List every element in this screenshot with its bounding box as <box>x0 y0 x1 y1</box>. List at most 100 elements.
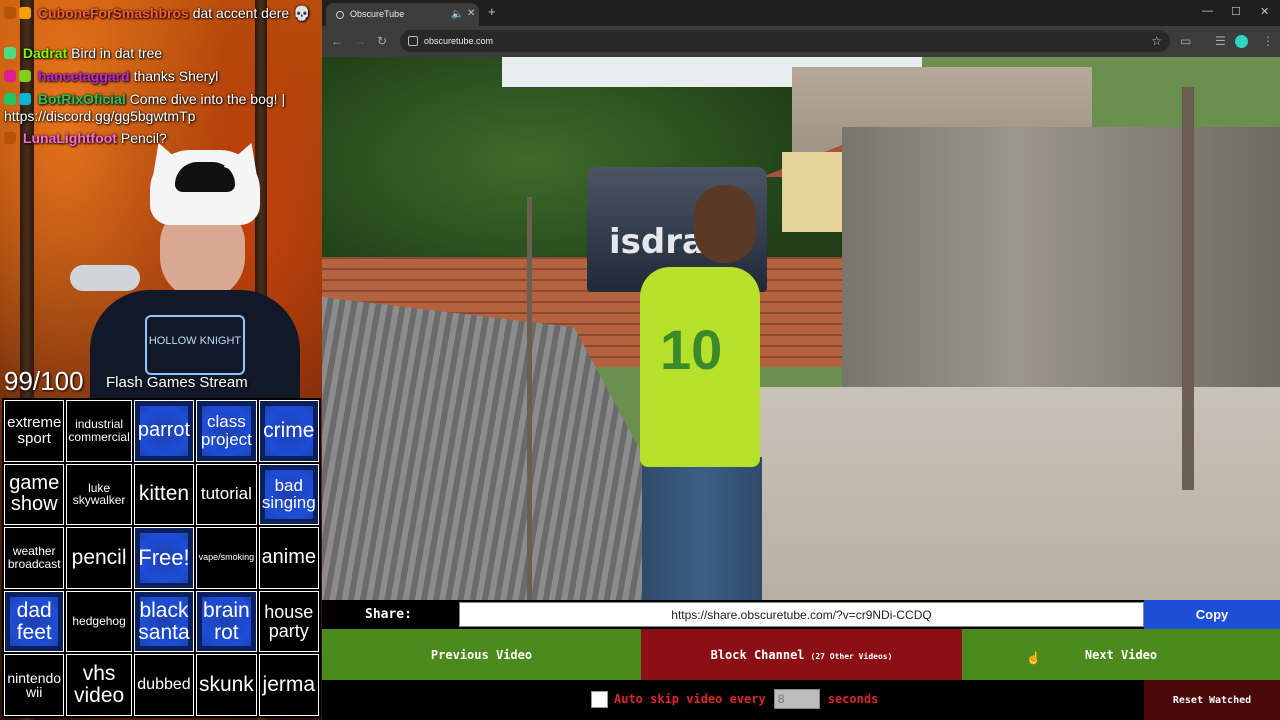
bingo-cell: dad feet <box>4 590 65 653</box>
bingo-cell: extreme sport <box>4 400 65 462</box>
stream-title: Flash Games Stream <box>106 374 248 391</box>
bingo-board: extreme sport industrial commercial parrot… <box>2 398 321 718</box>
bingo-cell: class project <box>196 400 257 462</box>
badge-icon <box>4 47 16 59</box>
chat-username: LunaLightfoot <box>22 130 117 146</box>
chat-text: dat accent dere 💀 <box>192 5 311 21</box>
extensions-icon[interactable]: ☰ <box>1215 34 1226 48</box>
bingo-cell: luke skywalker <box>66 463 132 526</box>
chat-username: Dadrat <box>22 45 68 61</box>
block-channel-label: Block Channel <box>710 647 805 662</box>
chat-username: CuboneForSmashbros <box>37 5 189 21</box>
cat-hat <box>150 150 260 225</box>
block-channel-button[interactable]: Block Channel (27 Other Videos) <box>641 629 962 680</box>
chat-username: hancetaggard <box>37 68 130 84</box>
bingo-cell: Free! <box>133 527 195 589</box>
autoskip-seconds-label: seconds <box>827 692 879 706</box>
stream-overlay: CuboneForSmashbros dat accent dere 💀 Dad… <box>0 0 322 720</box>
video-man-head <box>694 185 756 263</box>
bingo-cell: kitten <box>133 463 195 526</box>
new-tab-icon[interactable]: + <box>488 5 496 18</box>
bingo-cell: tutorial <box>196 463 257 526</box>
bingo-cell: bad singing <box>258 463 319 526</box>
bingo-cell: parrot <box>133 400 195 462</box>
bingo-cell: crime <box>258 400 319 462</box>
autoskip-seconds-input[interactable] <box>773 689 820 709</box>
video-player[interactable]: isdra 10 <box>322 57 1280 600</box>
chat-message: CuboneForSmashbros dat accent dere 💀 <box>4 5 318 22</box>
eye-icon <box>336 11 344 19</box>
browser-window: ObscureTube 🔈 ✕ + — ☐ ✕ ← → ↻ obscuretub… <box>322 0 1280 720</box>
minimize-icon[interactable]: — <box>1202 5 1213 17</box>
reload-icon[interactable]: ↻ <box>377 34 387 48</box>
previous-video-button[interactable]: Previous Video <box>322 629 641 680</box>
hand-cursor-icon: ☝ <box>1026 651 1041 665</box>
forward-icon[interactable]: → <box>354 34 366 48</box>
tab-strip: ObscureTube 🔈 ✕ + — ☐ ✕ <box>322 0 1280 26</box>
bingo-cell: black santa <box>133 590 195 653</box>
video-controls: Previous Video Block Channel (27 Other Vi… <box>322 629 1280 680</box>
share-row: Share: Copy <box>322 600 1280 629</box>
bingo-cell: vape/smoking <box>196 527 257 589</box>
bingo-cell: skunk <box>196 654 257 716</box>
chat-text: Bird in dat tree <box>71 45 163 61</box>
badge-icon <box>4 132 16 144</box>
bingo-cell: weather broadcast <box>4 527 65 589</box>
chat-message: BotRixOficial Come dive into the bog! | … <box>4 91 318 125</box>
microphone-icon <box>70 265 140 291</box>
bingo-cell: dubbed <box>133 654 195 716</box>
bingo-cell: hedgehog <box>66 590 132 653</box>
bingo-cell: pencil <box>66 527 132 589</box>
close-window-icon[interactable]: ✕ <box>1260 5 1269 18</box>
bookmark-star-icon[interactable]: ☆ <box>1151 30 1162 52</box>
chat-username: BotRixOficial <box>37 91 126 107</box>
share-label: Share: <box>365 607 412 622</box>
autoskip-checkbox[interactable] <box>591 690 608 708</box>
bottom-bar: Auto skip video every seconds Reset Watc… <box>322 680 1280 720</box>
bingo-cell: game show <box>4 463 65 526</box>
next-video-button[interactable]: Next Video <box>962 629 1280 680</box>
badge-icon <box>4 70 16 82</box>
video-man-legs <box>642 457 762 600</box>
site-info-icon[interactable] <box>408 36 418 46</box>
tank-label: isdra <box>609 222 705 262</box>
back-icon[interactable]: ← <box>331 34 343 48</box>
badge-icon <box>19 7 31 19</box>
chat-message: Dadrat Bird in dat tree <box>4 45 318 62</box>
maximize-icon[interactable]: ☐ <box>1231 5 1241 18</box>
close-tab-icon[interactable]: ✕ <box>467 8 475 20</box>
badge-icon <box>4 7 16 19</box>
url-text: obscuretube.com <box>424 36 494 46</box>
bingo-cell: nintendo wii <box>4 654 65 716</box>
bingo-cell: vhs video <box>66 654 132 716</box>
jersey-number: 10 <box>660 318 723 381</box>
menu-icon[interactable]: ⋮ <box>1262 34 1274 48</box>
profile-avatar[interactable] <box>1235 35 1248 48</box>
tab-title: ObscureTube <box>350 9 405 19</box>
bingo-cell: anime <box>258 527 319 589</box>
screen: CuboneForSmashbros dat accent dere 💀 Dad… <box>0 0 1280 720</box>
video-man-jersey: 10 <box>640 267 760 467</box>
reset-watched-button[interactable]: Reset Watched <box>1144 680 1280 720</box>
bingo-score: 99/100 <box>4 366 84 396</box>
chat-text: thanks Sheryl <box>133 68 219 84</box>
address-bar[interactable]: obscuretube.com ☆ <box>400 30 1170 52</box>
browser-toolbar: ← → ↻ obscuretube.com ☆ ▭ ☰ ⋮ <box>322 26 1280 57</box>
other-videos-count: (27 Other Videos) <box>810 651 893 661</box>
badge-icon <box>4 93 16 105</box>
copy-button[interactable]: Copy <box>1144 600 1280 629</box>
autoskip-control: Auto skip video every seconds <box>591 689 878 709</box>
tab-obscuretube[interactable]: ObscureTube 🔈 ✕ <box>326 3 479 26</box>
bingo-cell: house party <box>258 590 319 653</box>
video-pole <box>527 197 532 600</box>
share-url-field[interactable] <box>459 602 1144 627</box>
chat-message: hancetaggard thanks Sheryl <box>4 68 318 85</box>
bingo-cell: jerma <box>258 654 319 716</box>
bingo-cell: brain rot <box>196 590 257 653</box>
badge-icon <box>19 70 31 82</box>
cast-icon[interactable]: ▭ <box>1180 34 1191 48</box>
autoskip-label: Auto skip video every <box>614 692 766 706</box>
shirt-print: HOLLOW KNIGHT <box>145 315 245 375</box>
bingo-cell: industrial commercial <box>66 400 132 462</box>
speaker-icon[interactable]: 🔈 <box>451 9 463 21</box>
